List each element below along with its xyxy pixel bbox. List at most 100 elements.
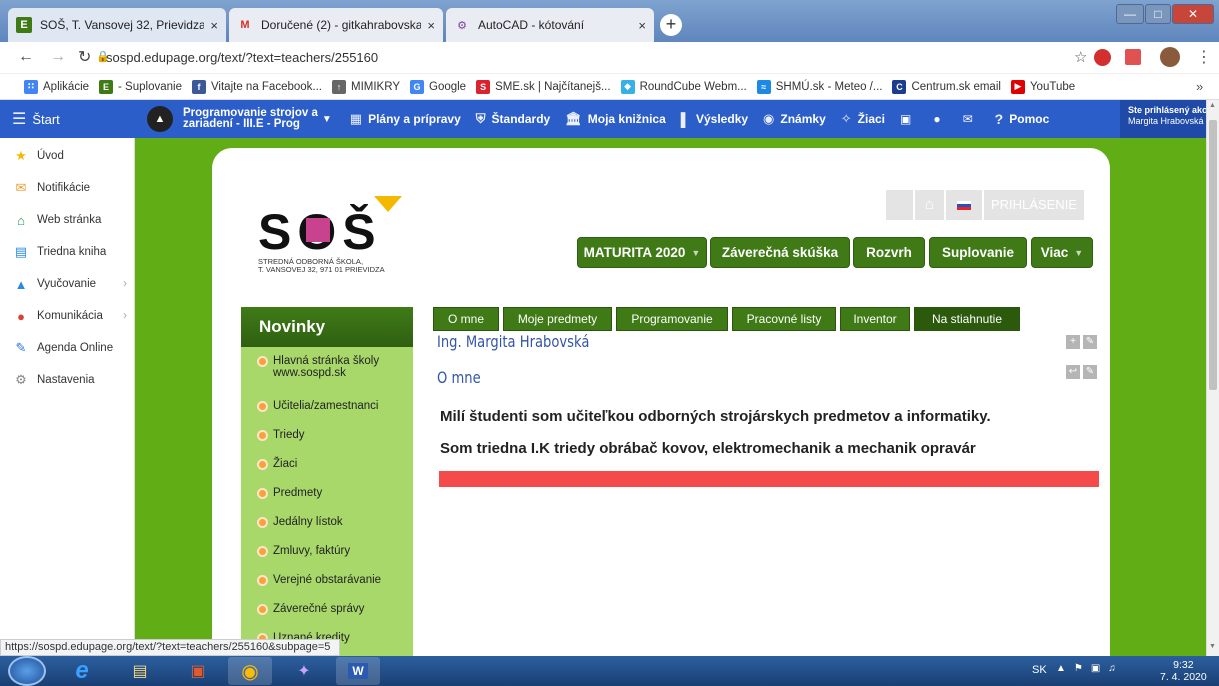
bookmark-item[interactable]: f Vitajte na Facebook... <box>191 79 322 94</box>
home-icon[interactable]: ⌂ <box>915 190 944 220</box>
edit-icon[interactable]: ✎ <box>1083 365 1097 379</box>
profile-avatar[interactable] <box>1160 47 1180 67</box>
screen-icon[interactable]: ▣ <box>900 112 911 126</box>
bookmark-item[interactable]: S SME.sk | Najčítanejš... <box>476 79 611 94</box>
close-window-button[interactable]: ✕ <box>1172 4 1214 24</box>
mail-icon[interactable]: ✉ <box>963 112 973 126</box>
file-explorer-icon[interactable]: ▤ <box>118 657 162 685</box>
news-item[interactable]: Triedy <box>257 429 305 441</box>
reload-icon[interactable]: ↻ <box>78 47 91 67</box>
tab-moje-predmety[interactable]: Moje predmety <box>503 307 612 331</box>
sidebar-item-agenda[interactable]: ✎ Agenda Online <box>0 332 135 364</box>
nav-plans[interactable]: ▦ Plány a prípravy <box>350 111 461 127</box>
sidebar-item-website[interactable]: ⌂ Web stránka <box>0 204 135 236</box>
word-icon[interactable]: W <box>336 657 380 685</box>
media-player-icon[interactable]: ▣ <box>176 657 220 685</box>
scrollbar-thumb[interactable] <box>1209 120 1217 390</box>
tab-o-mne[interactable]: O mne <box>433 307 499 331</box>
school-logo[interactable]: SOŠ STREDNÁ ODBORNÁ ŠKOLA, T. VANSOVEJ 3… <box>258 196 414 286</box>
scroll-up-icon[interactable]: ▲ <box>1209 102 1216 109</box>
sidebar-item-communication[interactable]: ● Komunikácia › <box>0 300 135 332</box>
chat-bubble-icon[interactable]: ● <box>933 112 940 126</box>
reply-icon[interactable]: ↩ <box>1066 365 1080 379</box>
maximize-button[interactable]: □ <box>1145 4 1171 24</box>
zaverecna-button[interactable]: Záverečná skúška <box>710 237 850 268</box>
bookmark-item[interactable]: ↑ MIMIKRY <box>332 79 400 94</box>
login-button[interactable]: PRIHLÁSENIE <box>984 190 1084 220</box>
sidebar-item-teaching[interactable]: ▲ Vyučovanie › <box>0 268 135 300</box>
address-bar[interactable]: sospd.edupage.org/text/?text=teachers/25… <box>106 46 1106 70</box>
rozvrh-button[interactable]: Rozvrh <box>853 237 925 268</box>
bookmark-item[interactable]: ◆ RoundCube Webm... <box>620 79 747 94</box>
help-button[interactable]: ? Pomoc <box>995 111 1050 127</box>
sidebar-item-uvod[interactable]: ★ Úvod <box>0 140 135 172</box>
tab-autocad[interactable]: ⚙ AutoCAD - kótování × <box>446 8 654 42</box>
paint-icon[interactable]: ✦ <box>282 657 326 685</box>
tab-edupage[interactable]: E SOŠ, T. Vansovej 32, Prievidza × <box>8 8 226 42</box>
tab-programovanie[interactable]: Programovanie <box>616 307 728 331</box>
add-icon[interactable]: + <box>1066 335 1080 349</box>
close-tab-icon[interactable]: × <box>210 18 218 33</box>
news-item[interactable]: Zmluvy, faktúry <box>257 545 350 557</box>
bookmark-item[interactable]: ▶ YouTube <box>1010 79 1075 94</box>
language-indicator[interactable]: SK <box>1032 664 1047 676</box>
chevron-down-icon[interactable]: ▼ <box>322 114 332 125</box>
pdf-extension-icon[interactable] <box>1125 49 1141 65</box>
language-flag-icon[interactable] <box>946 190 982 220</box>
logged-in-box[interactable]: Ste prihlásený ako Margita Hrabovská <box>1120 100 1206 138</box>
windows-taskbar: e ▤ ▣ ◉ ✦ W SK ▲⚑▣♫ 9:32 7. 4. 2020 <box>0 656 1219 686</box>
nav-standards[interactable]: ⛨ Štandardy <box>476 111 550 127</box>
sidebar-item-classbook[interactable]: ▤ Triedna kniha <box>0 236 135 268</box>
bookmark-label: SME.sk | Najčítanejš... <box>495 80 611 93</box>
question-icon: ? <box>994 111 1004 127</box>
scroll-down-icon[interactable]: ▼ <box>1209 643 1216 650</box>
edupage-navbar: ☰ Štart ▲ Programovanie strojov a zariad… <box>0 100 1206 138</box>
tab-title: SOŠ, T. Vansovej 32, Prievidza <box>40 18 205 32</box>
bookmark-item[interactable]: ∷ Aplikácie <box>24 79 89 94</box>
start-orb-icon[interactable] <box>8 656 46 686</box>
nav-results[interactable]: ▌ Výsledky <box>681 112 748 127</box>
roundcube-icon: ◆ <box>620 79 635 94</box>
tab-na-stiahnutie[interactable]: Na stiahnutie <box>914 307 1020 331</box>
page-scrollbar[interactable]: ▲ ▼ <box>1206 100 1219 656</box>
tab-gmail[interactable]: M Doručené (2) - gitkahrabovska@ × <box>229 8 443 42</box>
news-item[interactable]: Verejné obstarávanie <box>257 574 381 586</box>
tab-pracovne-listy[interactable]: Pracovné listy <box>732 307 836 331</box>
bookmark-item[interactable]: ≈ SHMÚ.sk - Meteo /... <box>756 79 882 94</box>
course-line2: zariadení - III.E - Prog <box>183 118 300 130</box>
chrome-icon[interactable]: ◉ <box>228 657 272 685</box>
news-item[interactable]: Záverečné správy <box>257 603 364 615</box>
nav-grades[interactable]: ◉ Známky <box>763 111 826 127</box>
menu-dots-icon[interactable]: ⋮ <box>1196 47 1212 67</box>
nav-library[interactable]: 🏛 Moja knižnica <box>565 111 666 127</box>
news-item[interactable]: Jedálny lístok <box>257 516 343 528</box>
minimize-button[interactable]: — <box>1116 4 1144 24</box>
tray-icons[interactable]: ▲⚑▣♫ <box>1056 663 1124 674</box>
viac-button[interactable]: Viac ▼ <box>1031 237 1093 268</box>
suplovanie-button[interactable]: Suplovanie <box>929 237 1027 268</box>
news-item[interactable]: Hlavná stránka školy www.sospd.sk <box>257 355 379 379</box>
bookmark-item[interactable]: G Google <box>410 79 466 94</box>
bookmark-item[interactable]: C Centrum.sk email <box>892 79 1001 94</box>
new-tab-button[interactable]: + <box>660 14 682 36</box>
google-icon: G <box>410 79 424 94</box>
tab-inventor[interactable]: Inventor <box>840 307 910 331</box>
nav-students[interactable]: ✧ Žiaci <box>841 111 885 127</box>
sidebar-item-settings[interactable]: ⚙ Nastavenia <box>0 364 135 396</box>
sidebar-item-notifications[interactable]: ✉ Notifikácie <box>0 172 135 204</box>
back-arrow-icon[interactable]: ← <box>18 48 34 66</box>
course-selector[interactable]: Programovanie strojov a zariadení - III.… <box>183 107 318 130</box>
internet-explorer-icon[interactable]: e <box>60 657 104 685</box>
news-item[interactable]: Učitelia/zamestnanci <box>257 400 378 412</box>
bookmark-item[interactable]: E - Suplovanie <box>99 79 182 94</box>
edit-icon[interactable]: ✎ <box>1083 335 1097 349</box>
more-bookmarks-icon[interactable]: » <box>1196 79 1203 94</box>
close-tab-icon[interactable]: × <box>638 18 646 33</box>
start-menu-button[interactable]: ☰ Štart <box>0 109 135 129</box>
news-item[interactable]: Predmety <box>257 487 322 499</box>
clock[interactable]: 9:32 7. 4. 2020 <box>1160 659 1207 683</box>
forward-arrow-icon[interactable]: → <box>50 48 66 66</box>
maturita-button[interactable]: MATURITA 2020 ▼ <box>577 237 707 268</box>
close-tab-icon[interactable]: × <box>427 18 435 33</box>
news-item[interactable]: Žiaci <box>257 458 297 470</box>
